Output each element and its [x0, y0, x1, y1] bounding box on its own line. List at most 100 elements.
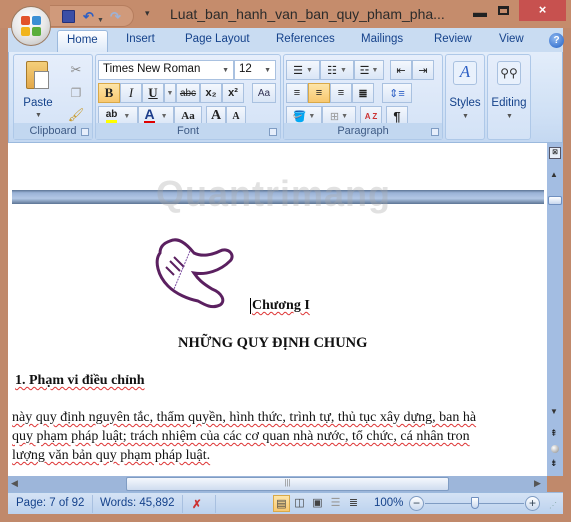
body-line: này quy định nguyên tắc, thẩm quyền, hìn…	[12, 410, 477, 425]
page-count[interactable]: Page: 7 of 92	[16, 497, 84, 509]
draft-icon: ≣	[348, 497, 359, 509]
draft-view-button[interactable]: ≣	[345, 495, 362, 512]
next-page-icon[interactable]: ⇟	[550, 458, 558, 469]
tab-page-layout[interactable]: Page Layout	[185, 33, 250, 45]
font-name-select[interactable]: Times New Roman ▼	[98, 60, 234, 80]
scroll-right-icon[interactable]: ▶	[534, 478, 541, 489]
redo-icon[interactable]: ↷	[110, 9, 121, 25]
tab-view[interactable]: View	[499, 33, 524, 45]
clear-formatting-button[interactable]: Aa	[252, 83, 276, 103]
zoom-in-button[interactable]: +	[525, 496, 540, 511]
underline-dropdown[interactable]: ▼	[164, 83, 176, 103]
subscript-button[interactable]: x₂	[200, 83, 222, 103]
tab-mailings[interactable]: Mailings	[361, 33, 403, 45]
outline-view-button[interactable]: ☰	[327, 495, 344, 512]
horizontal-scrollbar[interactable]: ◀ ||| ▶	[8, 476, 547, 492]
tab-references[interactable]: References	[276, 33, 335, 45]
scissors-icon: ✂	[70, 62, 82, 77]
paragraph-group: ☰ ▼ ☷ ▼ ☲ ▼ ⇤ ⇥ ≡ ≡ ≡ ≣ ⇕≡ 🪣 ▼ ⊞ ▼ A Z ¶ Para…	[283, 54, 443, 140]
line-spacing-button[interactable]: ⇕≡	[382, 83, 412, 103]
paragraph-launcher-icon[interactable]	[431, 128, 439, 136]
bullets-button[interactable]: ☰ ▼	[286, 60, 320, 80]
font-launcher-icon[interactable]	[269, 128, 277, 136]
underline-button[interactable]: U	[142, 83, 164, 103]
help-button[interactable]: ?	[549, 33, 564, 48]
undo-icon[interactable]: ↶	[83, 9, 94, 25]
quick-access-toolbar: ↶ ▼ ↷	[50, 5, 134, 27]
scroll-up-icon[interactable]: ▲	[550, 170, 558, 179]
vertical-scrollbar[interactable]: ⊠ ▲ ▼ ⇞ ⇟	[547, 143, 563, 476]
browse-object-icon[interactable]	[551, 445, 559, 453]
copy-button[interactable]: ❐	[66, 83, 86, 103]
align-right-button[interactable]: ≡	[330, 83, 352, 103]
paste-button[interactable]: Paste ▼	[18, 59, 58, 121]
strikethrough-button[interactable]: abc	[176, 83, 200, 103]
print-layout-view-button[interactable]: ▤	[273, 495, 290, 512]
justify-icon: ≣	[358, 87, 368, 100]
bullets-icon: ☰	[293, 64, 303, 77]
editing-button[interactable]: ⚲⚲ Editing ▼	[487, 54, 531, 140]
justify-button[interactable]: ≣	[352, 83, 374, 103]
paste-dropdown-icon: ▼	[35, 112, 42, 119]
align-left-button[interactable]: ≡	[286, 83, 308, 103]
web-layout-icon: ▣	[312, 497, 323, 509]
align-center-button[interactable]: ≡	[308, 83, 330, 103]
increase-indent-button[interactable]: ⇥	[412, 60, 434, 80]
italic-button[interactable]: I	[120, 83, 142, 103]
zoom-level[interactable]: 100%	[374, 497, 403, 509]
document-area[interactable]: Quantrimang Chương I NHỮNG QUY ĐỊNH CHUN…	[8, 143, 548, 476]
previous-page-icon[interactable]: ⇞	[550, 428, 558, 439]
word-count[interactable]: Words: 45,892	[100, 497, 175, 509]
numbering-button[interactable]: ☷ ▼	[320, 60, 354, 80]
styles-label: Styles	[449, 97, 481, 109]
save-icon[interactable]	[62, 10, 75, 23]
borders-icon: ⊞	[329, 110, 340, 123]
superscript-button[interactable]: x²	[222, 83, 244, 103]
resize-grip-icon[interactable]: ⋰	[549, 501, 557, 510]
zoom-slider-thumb[interactable]	[470, 497, 479, 509]
zoom-out-button[interactable]: −	[409, 496, 424, 511]
tab-review[interactable]: Review	[434, 33, 472, 45]
web-layout-button[interactable]: ▣	[309, 495, 326, 512]
font-group-label: Font	[96, 123, 280, 139]
window-title: Luat_ban_hanh_van_ban_quy_pham_pha...	[170, 6, 445, 22]
scroll-left-icon[interactable]: ◀	[11, 478, 18, 489]
align-left-icon: ≡	[293, 87, 301, 99]
decrease-indent-button[interactable]: ⇤	[390, 60, 412, 80]
minimize-button[interactable]: ▬	[470, 4, 490, 22]
bold-button[interactable]: B	[98, 83, 120, 103]
clipboard-group-label: Clipboard	[14, 123, 92, 139]
paint-bucket-icon: 🪣	[292, 110, 307, 123]
full-screen-reading-button[interactable]: ◫	[291, 495, 308, 512]
scroll-down-icon[interactable]: ▼	[550, 407, 558, 416]
line-spacing-icon: ⇕≡	[389, 87, 405, 100]
multilevel-list-button[interactable]: ☲ ▼	[354, 60, 384, 80]
increase-indent-icon: ⇥	[418, 64, 428, 77]
paper-icon	[34, 71, 49, 89]
clipboard-group: Paste ▼ ✂ ❐ 🖌 Clipboard	[13, 54, 93, 140]
proofing-error-icon[interactable]: ✗	[192, 497, 202, 511]
tab-home[interactable]: Home	[57, 30, 108, 53]
office-button[interactable]	[11, 6, 51, 46]
align-right-icon: ≡	[337, 87, 345, 99]
maximize-button[interactable]	[498, 6, 509, 15]
chevron-down-icon: ▼	[160, 112, 168, 120]
cut-button[interactable]: ✂	[66, 60, 86, 80]
font-size-select[interactable]: 12 ▼	[234, 60, 276, 80]
scroll-thumb[interactable]	[548, 196, 562, 205]
chapter-heading: Chương I	[250, 298, 310, 314]
clipboard-launcher-icon[interactable]	[81, 128, 89, 136]
styles-button[interactable]: A Styles ▼	[445, 54, 485, 140]
horizontal-scroll-thumb[interactable]: |||	[126, 477, 449, 491]
section-heading: NHỮNG QUY ĐỊNH CHUNG	[178, 335, 368, 351]
close-button[interactable]: ×	[519, 0, 566, 21]
paste-label: Paste	[23, 97, 53, 109]
tab-insert[interactable]: Insert	[126, 33, 155, 45]
format-painter-button[interactable]: 🖌	[66, 105, 86, 125]
undo-dropdown-icon[interactable]: ▼	[97, 13, 104, 29]
customize-qat-icon[interactable]: ▾	[145, 8, 150, 19]
chevron-down-icon: ▼	[123, 112, 131, 120]
chevron-down-icon: ▼	[506, 113, 513, 120]
ruler-toggle-icon[interactable]: ⊠	[549, 147, 561, 159]
print-layout-icon: ▤	[276, 498, 287, 510]
